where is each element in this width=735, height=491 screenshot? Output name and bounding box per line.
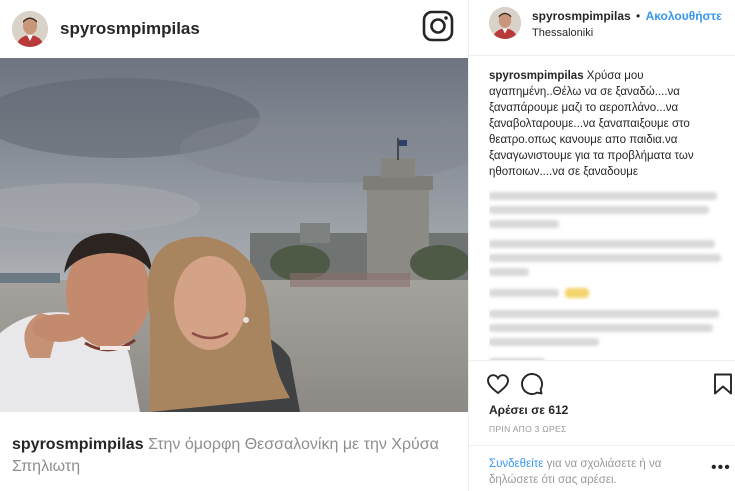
post-header: spyrosmpimpilas • Ακολουθήστε Thessaloni…: [469, 0, 735, 56]
blurred-line: [489, 268, 529, 276]
blurred-comment: [489, 288, 725, 298]
blurred-line: [489, 254, 721, 262]
comment-text: Χρύσα μου αγαπημένη..Θέλω να σε ξαναδώ..…: [489, 70, 694, 178]
blurred-line: [489, 240, 715, 248]
blurred-line: [489, 192, 717, 200]
comment-icon[interactable]: [520, 372, 544, 396]
blurred-comment: [489, 310, 725, 346]
left-post-header: spyrosmpimpilas: [0, 0, 468, 57]
header-user-line: spyrosmpimpilas • Ακολουθήστε: [532, 9, 722, 23]
comment-username[interactable]: spyrosmpimpilas: [489, 70, 584, 82]
blurred-line: [489, 220, 559, 228]
separator-dot: •: [636, 9, 641, 23]
blurred-line: [489, 289, 559, 297]
login-prompt: Συνδεθείτε για να σχολιάσετε ή να δηλώσε…: [489, 456, 689, 488]
main-comment: spyrosmpimpilas Χρύσα μου αγαπημένη..Θέλ…: [489, 68, 725, 180]
instagram-glyph-icon: [422, 10, 454, 42]
likes-count[interactable]: Αρέσει σε 612: [489, 403, 568, 417]
left-caption: spyrosmpimpilas Στην όμορφη Θεσσαλονίκη …: [12, 434, 460, 478]
more-options-icon[interactable]: •••: [711, 460, 731, 476]
blurred-line: [489, 206, 709, 214]
blurred-comment: [489, 240, 725, 276]
comment-footer: Συνδεθείτε για να σχολιάσετε ή να δηλώσε…: [469, 445, 735, 491]
post-media-column: spyrosmpimpilas spyrosmpimpilas Στην όμο…: [0, 0, 468, 491]
avatar[interactable]: [12, 10, 48, 47]
heart-icon[interactable]: [486, 372, 510, 396]
caption-username[interactable]: spyrosmpimpilas: [12, 436, 144, 453]
blurred-comment: [489, 192, 725, 228]
post-photo[interactable]: [0, 58, 468, 412]
avatar[interactable]: [489, 7, 521, 39]
comments-area: spyrosmpimpilas Χρύσα μου αγαπημένη..Θέλ…: [489, 68, 725, 360]
bookmark-icon[interactable]: [713, 373, 733, 395]
post-timestamp: ΠΡΙΝ ΑΠΟ 3 ΩΡΕΣ: [489, 424, 567, 434]
blurred-line: [489, 310, 719, 318]
header-username[interactable]: spyrosmpimpilas: [532, 9, 631, 23]
post-details-column: spyrosmpimpilas • Ακολουθήστε Thessaloni…: [469, 0, 735, 491]
blurred-emoji: [565, 288, 589, 298]
follow-button[interactable]: Ακολουθήστε: [646, 9, 722, 23]
location-link[interactable]: Thessaloniki: [532, 27, 593, 39]
left-username[interactable]: spyrosmpimpilas: [60, 19, 200, 39]
blurred-line: [489, 324, 713, 332]
blurred-line: [489, 338, 599, 346]
login-link[interactable]: Συνδεθείτε: [489, 458, 543, 470]
